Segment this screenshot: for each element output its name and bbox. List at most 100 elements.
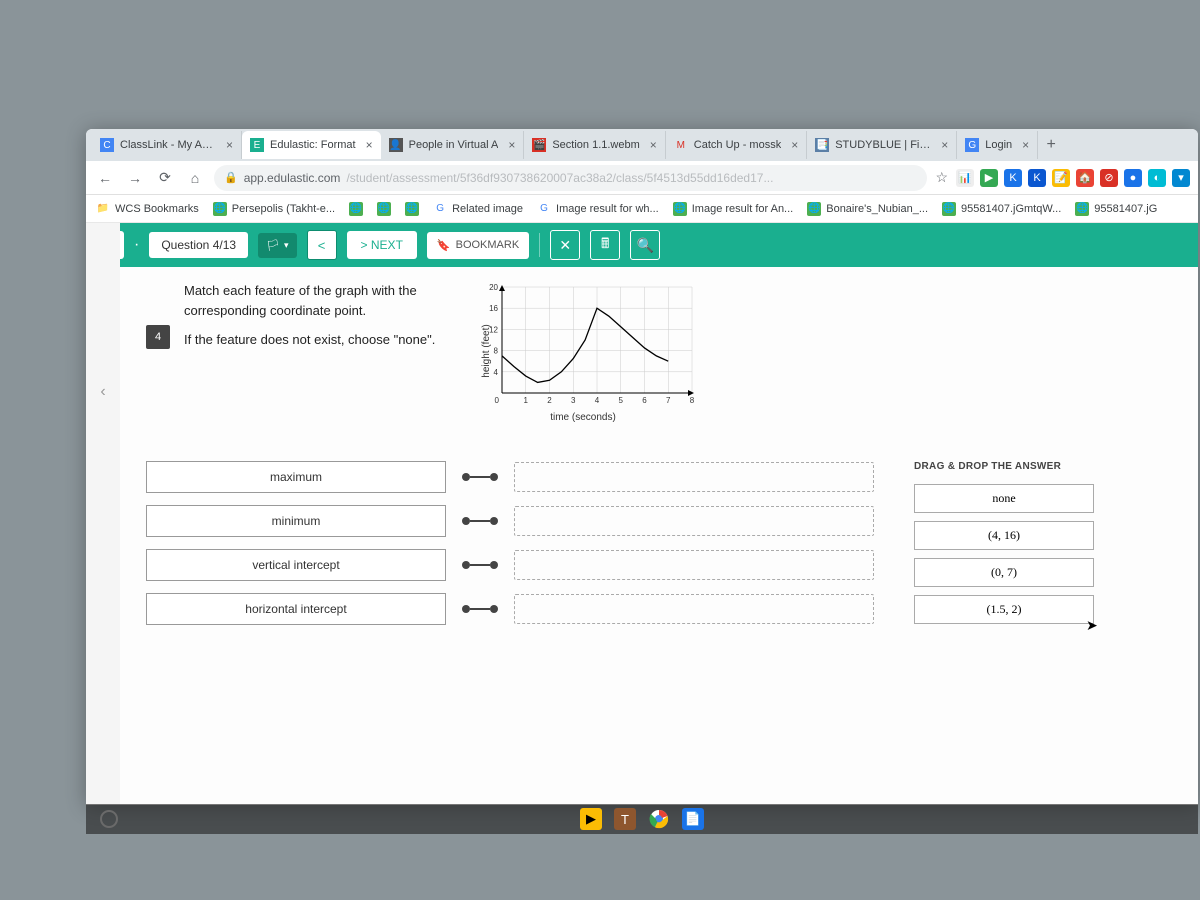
bookmark-item[interactable]: 🌐95581407.jG xyxy=(1075,202,1157,216)
bookmark-label: 95581407.jGmtqW... xyxy=(961,203,1061,215)
reload-button[interactable]: ⟳ xyxy=(154,167,176,189)
connector xyxy=(462,605,498,613)
feature-box[interactable]: maximum xyxy=(146,461,446,493)
answer-chip[interactable]: (0, 7) xyxy=(914,558,1094,587)
tab-title: ClassLink - My Apps xyxy=(120,139,216,151)
favicon: G xyxy=(965,138,979,152)
taskbar-chrome-icon[interactable] xyxy=(648,808,670,830)
home-button[interactable]: ⌂ xyxy=(184,167,206,189)
tab-studyblue[interactable]: 📑STUDYBLUE | Find× xyxy=(807,131,957,159)
star-icon[interactable]: ☆ xyxy=(935,169,948,186)
svg-text:3: 3 xyxy=(571,396,576,405)
answer-chip[interactable]: none xyxy=(914,484,1094,513)
extension-icon[interactable]: K xyxy=(1004,169,1022,187)
drop-zone[interactable] xyxy=(514,550,874,580)
drop-zone[interactable] xyxy=(514,594,874,624)
extension-icon[interactable]: ● xyxy=(1124,169,1142,187)
question-content: 4 Match each feature of the graph with t… xyxy=(86,267,1198,646)
bookmark-item[interactable]: 🌐Persepolis (Takht-e... xyxy=(213,202,335,216)
graph-chart: height (feet) 48121620123456780 time (se… xyxy=(468,281,698,421)
extension-icon[interactable]: 🏠 xyxy=(1076,169,1094,187)
tab-title: STUDYBLUE | Find xyxy=(835,139,931,151)
answer-chip[interactable]: (4, 16) xyxy=(914,521,1094,550)
lock-icon: 🔒 xyxy=(224,171,238,184)
next-button[interactable]: > NEXT xyxy=(347,231,417,259)
extension-icons: 📊 ▶ K K 📝 🏠 ⊘ ● ◐ ▾ xyxy=(956,169,1190,187)
favicon: 👤 xyxy=(389,138,403,152)
question-prompt-1: Match each feature of the graph with the… xyxy=(184,281,444,320)
bookmark-item[interactable]: 🌐95581407.jGmtqW... xyxy=(942,202,1061,216)
browser-toolbar: ← → ⟳ ⌂ 🔒 app.edulastic.com/student/asse… xyxy=(86,161,1198,195)
close-icon[interactable]: × xyxy=(226,138,233,152)
bookmark-item[interactable]: GImage result for wh... xyxy=(537,202,659,216)
tab-section[interactable]: 🎬Section 1.1.webm× xyxy=(524,131,665,159)
tab-edulastic[interactable]: EEdulastic: Format× xyxy=(242,131,381,159)
question-indicator: Question 4/13 xyxy=(149,232,248,258)
tab-classlink[interactable]: CClassLink - My Apps× xyxy=(92,131,242,159)
bookmark-label: Persepolis (Takht-e... xyxy=(232,203,335,215)
close-icon[interactable]: × xyxy=(508,138,515,152)
back-button[interactable]: ← xyxy=(94,167,116,189)
svg-text:2: 2 xyxy=(547,396,552,405)
forward-button[interactable]: → xyxy=(124,167,146,189)
extension-icon[interactable]: ▶ xyxy=(980,169,998,187)
extension-icon[interactable]: ◐ xyxy=(1148,169,1166,187)
bookmark-item[interactable]: 🌐 xyxy=(377,202,391,216)
feature-box[interactable]: vertical intercept xyxy=(146,549,446,581)
taskbar-app-icon[interactable]: T xyxy=(614,808,636,830)
prev-button[interactable]: < xyxy=(307,230,337,260)
match-area: maximum minimum vertical intercept horiz… xyxy=(146,461,1168,632)
close-icon[interactable]: × xyxy=(366,138,373,152)
bookmark-item[interactable]: 🌐Bonaire's_Nubian_... xyxy=(807,202,928,216)
answer-bank: DRAG & DROP THE ANSWER none(4, 16)(0, 7)… xyxy=(914,461,1094,632)
bookmark-label: Related image xyxy=(452,203,523,215)
answer-chip[interactable]: (1.5, 2) xyxy=(914,595,1094,624)
address-bar[interactable]: 🔒 app.edulastic.com/student/assessment/5… xyxy=(214,165,927,191)
url-host: app.edulastic.com xyxy=(244,171,341,185)
bookmark-folder[interactable]: 📁WCS Bookmarks xyxy=(96,202,199,216)
taskbar-app-icon[interactable]: ▶ xyxy=(580,808,602,830)
question-prompt-2: If the feature does not exist, choose "n… xyxy=(184,330,444,350)
tab-gmail[interactable]: MCatch Up - mossk× xyxy=(666,131,807,159)
drop-zone[interactable] xyxy=(514,462,874,492)
extension-icon[interactable]: ⊘ xyxy=(1100,169,1118,187)
feature-box[interactable]: horizontal intercept xyxy=(146,593,446,625)
connector xyxy=(462,561,498,569)
svg-text:8: 8 xyxy=(494,347,499,356)
taskbar: ▶ T 📄 xyxy=(86,804,1198,834)
extension-icon[interactable]: K xyxy=(1028,169,1046,187)
close-icon[interactable]: × xyxy=(650,138,657,152)
search-button[interactable]: 🔍 xyxy=(630,230,660,260)
drop-zone[interactable] xyxy=(514,506,874,536)
new-tab-button[interactable]: + xyxy=(1038,136,1064,154)
close-question-button[interactable]: ✕ xyxy=(550,230,580,260)
chart-svg: 48121620123456780 xyxy=(468,281,698,421)
close-icon[interactable]: × xyxy=(1022,138,1029,152)
svg-text:4: 4 xyxy=(595,396,600,405)
extension-icon[interactable]: 📝 xyxy=(1052,169,1070,187)
svg-text:6: 6 xyxy=(642,396,647,405)
bookmark-item[interactable]: 🌐Image result for An... xyxy=(673,202,794,216)
bookmark-item[interactable]: GRelated image xyxy=(433,202,523,216)
close-icon[interactable]: × xyxy=(791,138,798,152)
tab-people[interactable]: 👤People in Virtual A× xyxy=(381,131,525,159)
match-row: vertical intercept xyxy=(146,549,874,581)
taskbar-app-icon[interactable]: 📄 xyxy=(682,808,704,830)
feature-list: maximum minimum vertical intercept horiz… xyxy=(146,461,874,625)
tab-strip: CClassLink - My Apps× EEdulastic: Format… xyxy=(86,129,1198,161)
x-axis-label: time (seconds) xyxy=(550,412,616,423)
bookmark-item[interactable]: 🌐 xyxy=(405,202,419,216)
svg-text:0: 0 xyxy=(495,396,500,405)
extension-icon[interactable]: 📊 xyxy=(956,169,974,187)
close-icon[interactable]: × xyxy=(941,138,948,152)
bookmark-item[interactable]: 🌐 xyxy=(349,202,363,216)
calculator-button[interactable]: 🖩 xyxy=(590,230,620,260)
feature-box[interactable]: minimum xyxy=(146,505,446,537)
svg-text:7: 7 xyxy=(666,396,671,405)
extension-icon[interactable]: ▾ xyxy=(1172,169,1190,187)
favicon: E xyxy=(250,138,264,152)
flag-button[interactable]: 🏳 ▾ xyxy=(258,233,297,258)
bookmark-button[interactable]: 🔖 BOOKMARK xyxy=(427,232,529,259)
bookmark-label: WCS Bookmarks xyxy=(115,203,199,215)
tab-login[interactable]: GLogin× xyxy=(957,131,1038,159)
